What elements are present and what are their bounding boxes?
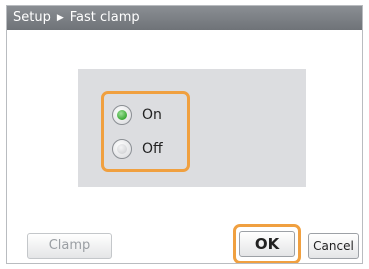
right-triangle-icon: ▶ bbox=[56, 13, 64, 23]
titlebar: Setup ▶ Fast clamp bbox=[7, 6, 362, 30]
radio-on-circle[interactable] bbox=[112, 105, 132, 125]
radio-off-circle[interactable] bbox=[112, 139, 132, 159]
radio-off-label[interactable]: Off bbox=[142, 141, 163, 157]
radio-on-label[interactable]: On bbox=[142, 107, 162, 123]
radio-on[interactable]: On bbox=[112, 102, 162, 128]
radio-selected-dot-icon bbox=[117, 110, 127, 120]
ok-button[interactable]: OK bbox=[239, 231, 295, 257]
radio-unselected-dot-icon bbox=[117, 144, 127, 154]
radio-off[interactable]: Off bbox=[112, 136, 163, 162]
cancel-button[interactable]: Cancel bbox=[308, 233, 359, 259]
fast-clamp-dialog: Setup ▶ Fast clamp On Off Clamp OK Cancel bbox=[6, 5, 363, 264]
radio-group-highlight: On Off bbox=[101, 91, 190, 172]
breadcrumb-parent[interactable]: Setup bbox=[13, 10, 51, 25]
breadcrumb-current: Fast clamp bbox=[69, 10, 140, 25]
clamp-button[interactable]: Clamp bbox=[27, 233, 112, 259]
